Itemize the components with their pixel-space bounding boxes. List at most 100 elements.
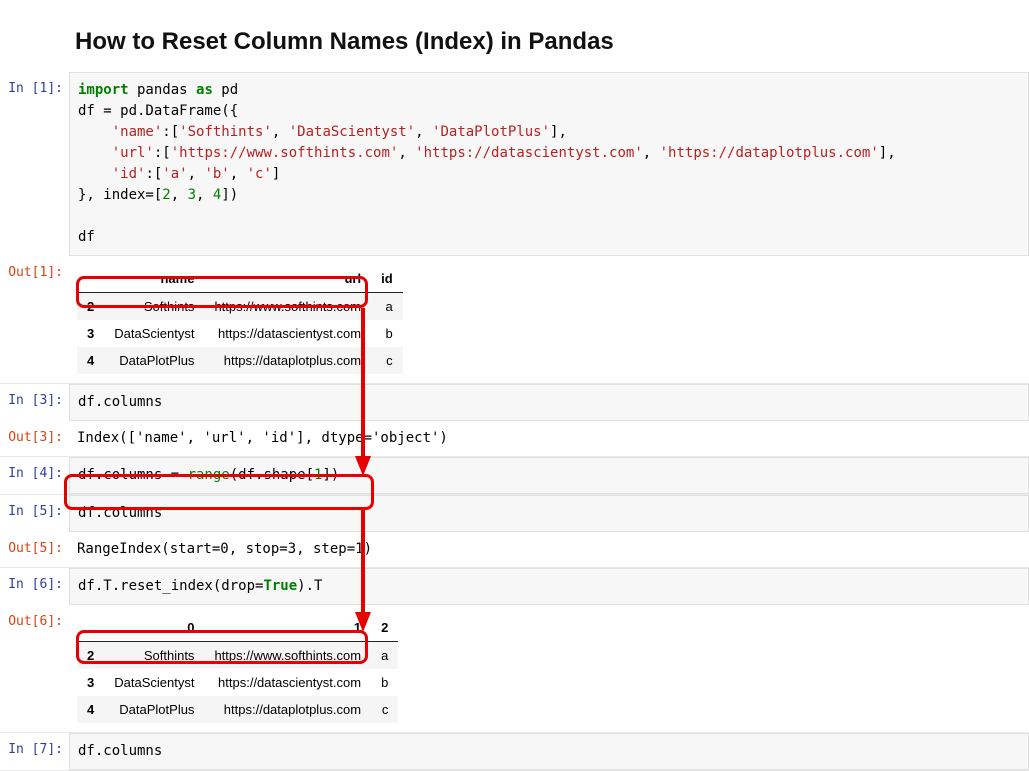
table-cell: Softhints bbox=[104, 642, 204, 670]
code-token: df = pd.DataFrame({ bbox=[78, 103, 238, 119]
output-cell-6: Out[6]: 0 1 2 2 Softhints bbox=[0, 605, 1029, 733]
in-prompt-5: In [5]: bbox=[0, 495, 69, 532]
table-cell: DataScientyst bbox=[104, 320, 204, 347]
table-cell: https://dataplotplus.com bbox=[204, 347, 371, 374]
code-token: 'Softhints' bbox=[179, 124, 272, 140]
code-token: , bbox=[643, 145, 660, 161]
out-prompt-1: Out[1]: bbox=[0, 256, 69, 383]
row-index: 4 bbox=[77, 347, 104, 374]
table-header-row: name url id bbox=[77, 265, 403, 293]
code-input-6[interactable]: df.T.reset_index(drop=True).T bbox=[69, 568, 1029, 605]
table-row: 2 Softhints https://www.softhints.com a bbox=[77, 642, 398, 670]
code-token: }, index=[ bbox=[78, 187, 162, 203]
code-cell-1: In [1]: import pandas as pd df = pd.Data… bbox=[0, 72, 1029, 256]
out-prompt-6: Out[6]: bbox=[0, 605, 69, 732]
code-input-7[interactable]: df.columns bbox=[69, 733, 1029, 770]
table-cell: https://datascientyst.com bbox=[204, 669, 371, 696]
code-token: 'DataScientyst' bbox=[289, 124, 415, 140]
table-cell: https://datascientyst.com bbox=[204, 320, 371, 347]
code-token: , bbox=[196, 187, 213, 203]
code-token: 'https://datascientyst.com' bbox=[415, 145, 643, 161]
table-cell: https://www.softhints.com bbox=[204, 642, 371, 670]
code-token: , bbox=[188, 166, 205, 182]
table-header: id bbox=[371, 265, 403, 293]
table-header: 2 bbox=[371, 614, 398, 642]
code-input-5[interactable]: df.columns bbox=[69, 495, 1029, 532]
table-cell: c bbox=[371, 696, 398, 723]
code-token bbox=[78, 166, 112, 182]
code-input-3[interactable]: df.columns bbox=[69, 384, 1029, 421]
table-header bbox=[77, 265, 104, 293]
code-token: df bbox=[78, 229, 95, 245]
output-cell-1: Out[1]: name url id 2 Softh bbox=[0, 256, 1029, 384]
code-token: ]) bbox=[221, 187, 238, 203]
code-cell-7: In [7]: df.columns bbox=[0, 733, 1029, 771]
table-header: 1 bbox=[204, 614, 371, 642]
code-token: df.T.reset_index(drop= bbox=[78, 578, 263, 594]
output-text-3: Index(['name', 'url', 'id'], dtype='obje… bbox=[69, 421, 1029, 456]
page-title: How to Reset Column Names (Index) in Pan… bbox=[75, 28, 1029, 56]
code-token: pd bbox=[213, 82, 238, 98]
table-cell: Softhints bbox=[104, 293, 204, 321]
code-token: 'c' bbox=[247, 166, 272, 182]
in-prompt-7: In [7]: bbox=[0, 733, 69, 770]
code-token: , bbox=[171, 187, 188, 203]
code-token: (df.shape[ bbox=[230, 467, 314, 483]
output-area-6: 0 1 2 2 Softhints https://www.softhints.… bbox=[69, 605, 1029, 732]
code-token: ], bbox=[550, 124, 567, 140]
table-row: 4 DataPlotPlus https://dataplotplus.com … bbox=[77, 347, 403, 374]
code-token: ]) bbox=[322, 467, 339, 483]
code-token: 'url' bbox=[112, 145, 154, 161]
table-cell: https://dataplotplus.com bbox=[204, 696, 371, 723]
table-header: 0 bbox=[104, 614, 204, 642]
code-token: ] bbox=[272, 166, 280, 182]
code-token: 3 bbox=[188, 187, 196, 203]
in-prompt-3: In [3]: bbox=[0, 384, 69, 421]
code-token: :[ bbox=[162, 124, 179, 140]
code-token: 'id' bbox=[112, 166, 146, 182]
code-token: 'DataPlotPlus' bbox=[432, 124, 550, 140]
output-cell-5: Out[5]: RangeIndex(start=0, stop=3, step… bbox=[0, 532, 1029, 568]
table-row: 4 DataPlotPlus https://dataplotplus.com … bbox=[77, 696, 398, 723]
row-index: 4 bbox=[77, 696, 104, 723]
code-cell-5: In [5]: df.columns bbox=[0, 495, 1029, 532]
code-token: , bbox=[272, 124, 289, 140]
table-cell: DataPlotPlus bbox=[104, 696, 204, 723]
code-token: range bbox=[188, 467, 230, 483]
code-token: , bbox=[230, 166, 247, 182]
code-token: as bbox=[196, 82, 213, 98]
code-input-1[interactable]: import pandas as pd df = pd.DataFrame({ … bbox=[69, 72, 1029, 256]
code-token: df.columns = bbox=[78, 467, 188, 483]
code-token: 2 bbox=[162, 187, 170, 203]
code-cell-4: In [4]: df.columns = range(df.shape[1]) bbox=[0, 457, 1029, 495]
table-row: 3 DataScientyst https://datascientyst.co… bbox=[77, 320, 403, 347]
code-token: ], bbox=[879, 145, 896, 161]
table-cell: DataPlotPlus bbox=[104, 347, 204, 374]
code-token: 'https://dataplotplus.com' bbox=[660, 145, 879, 161]
code-token bbox=[78, 124, 112, 140]
table-row: 2 Softhints https://www.softhints.com a bbox=[77, 293, 403, 321]
table-cell: a bbox=[371, 293, 403, 321]
in-prompt-1: In [1]: bbox=[0, 72, 69, 256]
table-cell: https://www.softhints.com bbox=[204, 293, 371, 321]
code-token: True bbox=[263, 578, 297, 594]
code-token: 'https://www.softhints.com' bbox=[171, 145, 399, 161]
row-index: 3 bbox=[77, 669, 104, 696]
table-cell: b bbox=[371, 320, 403, 347]
row-index: 2 bbox=[77, 293, 104, 321]
code-token: import bbox=[78, 82, 129, 98]
row-index: 3 bbox=[77, 320, 104, 347]
output-cell-3: Out[3]: Index(['name', 'url', 'id'], dty… bbox=[0, 421, 1029, 457]
table-header-row: 0 1 2 bbox=[77, 614, 398, 642]
code-input-4[interactable]: df.columns = range(df.shape[1]) bbox=[69, 457, 1029, 494]
table-cell: b bbox=[371, 669, 398, 696]
in-prompt-6: In [6]: bbox=[0, 568, 69, 605]
code-cell-6: In [6]: df.T.reset_index(drop=True).T bbox=[0, 568, 1029, 605]
table-header: url bbox=[204, 265, 371, 293]
table-cell: a bbox=[371, 642, 398, 670]
out-prompt-5: Out[5]: bbox=[0, 532, 69, 567]
table-cell: c bbox=[371, 347, 403, 374]
code-token: , bbox=[398, 145, 415, 161]
dataframe-table-2: 0 1 2 2 Softhints https://www.softhints.… bbox=[77, 614, 398, 723]
code-token: :[ bbox=[145, 166, 162, 182]
